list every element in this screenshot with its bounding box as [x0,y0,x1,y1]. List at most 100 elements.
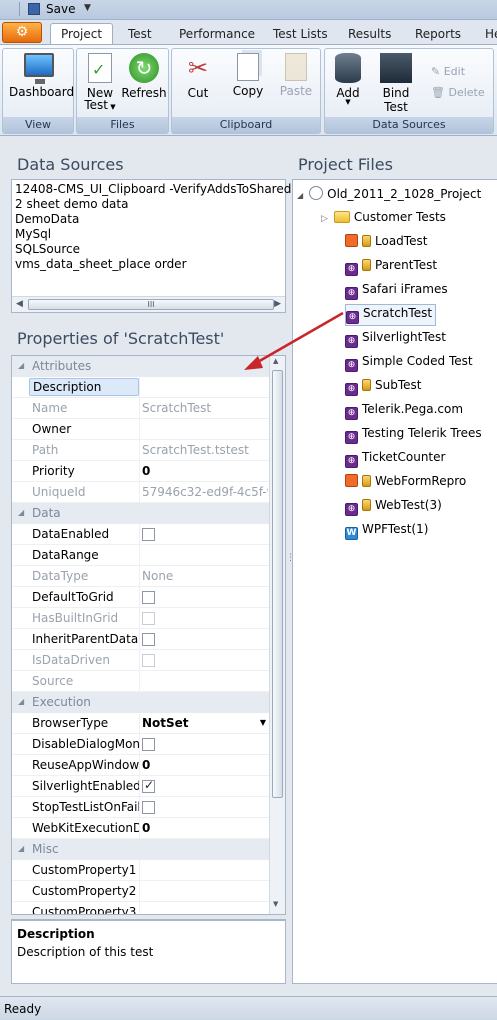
defaulttogrid-checkbox[interactable] [142,591,155,604]
property-row-customproperty3[interactable]: CustomProperty3 [12,902,270,914]
property-row-browsertype[interactable]: BrowserType NotSet ▼ [12,713,270,734]
property-row-stoptestlistonfailure[interactable]: StopTestListOnFailu [12,797,270,818]
list-item[interactable]: SQLSource [15,242,80,256]
property-row-customproperty2[interactable]: CustomProperty2 [12,881,270,902]
stoptestlist-checkbox[interactable] [142,801,155,814]
property-row-datarange[interactable]: DataRange [12,545,270,566]
dashboard-button[interactable]: Dashboard [9,53,75,99]
list-item[interactable]: DemoData [15,212,79,226]
tree-item-silverlighttest[interactable]: ⊕ SilverlightTest [345,330,446,348]
tab-performance[interactable]: Performance [179,27,255,41]
tab-reports[interactable]: Reports [415,27,461,41]
collapse-triangle-icon[interactable]: ◢ [297,191,303,200]
tab-test[interactable]: Test [128,27,152,41]
property-row-reuseappwindow[interactable]: ReuseAppWindow 0 [12,755,270,776]
property-row-path[interactable]: Path ScratchTest.tstest [12,440,270,461]
property-row-disabledialogmonitoring[interactable]: DisableDialogMonit [12,734,270,755]
add-datasource-button[interactable]: Add ▼ [329,53,367,106]
horizontal-scrollbar[interactable]: ◀ III ▶ [12,296,285,312]
tree-item-webtest3[interactable]: ⊕ WebTest(3) [345,498,442,516]
tab-results[interactable]: Results [348,27,391,41]
bind-test-button[interactable]: Bind Test [369,53,423,114]
category-execution[interactable]: ◢ Execution [12,692,270,713]
property-value[interactable]: 0 [142,758,268,772]
save-icon[interactable] [28,3,40,15]
collapse-triangle-icon[interactable]: ◢ [18,361,24,370]
tree-item-scratchtest[interactable]: ⊕ ScratchTest [345,304,437,326]
tree-item-customer-tests[interactable]: ▷ Customer Tests [321,210,446,224]
tree-item-ticketcounter[interactable]: ⊕ TicketCounter [345,450,445,468]
tree-item-parenttest[interactable]: ⊕ ParentTest [345,258,437,276]
property-row-priority[interactable]: Priority 0 [12,461,270,482]
scroll-left-icon[interactable]: ◀ [16,299,23,309]
tab-test-lists[interactable]: Test Lists [273,27,328,41]
save-button[interactable]: Save [46,2,75,16]
property-row-dataenabled[interactable]: DataEnabled [12,524,270,545]
property-row-isdatadriven[interactable]: IsDataDriven [12,650,270,671]
list-item[interactable]: 2 sheet demo data [15,197,128,211]
scroll-up-icon[interactable]: ▲ [273,357,278,365]
cut-button[interactable]: ✂ Cut [178,53,218,100]
property-row-silverlightenabled[interactable]: SilverlightEnabled [12,776,270,797]
property-row-hasbuiltingrid[interactable]: HasBuiltInGrid [12,608,270,629]
scroll-thumb[interactable]: III [28,299,274,310]
tree-item-webformrepro[interactable]: WebFormRepro [345,474,466,488]
collapse-triangle-icon[interactable]: ◢ [18,508,24,517]
quick-access-dropdown-icon[interactable]: ▼ [84,3,91,13]
property-row-description[interactable]: Description [12,377,270,398]
property-value[interactable]: 0 [142,464,268,478]
property-row-uniqueid[interactable]: UniqueId 57946c32-ed9f-4c5f-989 [12,482,270,503]
dropdown-arrow-icon[interactable]: ▼ [260,718,266,727]
property-row-source[interactable]: Source [12,671,270,692]
tab-help[interactable]: He [485,27,497,41]
data-sources-list[interactable]: 12408-CMS_UI_Clipboard -VerifyAddsToShar… [11,179,314,313]
edit-datasource-button[interactable]: ✎ Edit [431,65,465,78]
property-name: DefaultToGrid [32,590,114,604]
inheritparent-checkbox[interactable] [142,633,155,646]
property-row-defaulttogrid[interactable]: DefaultToGrid [12,587,270,608]
property-name: StopTestListOnFailu [32,800,140,814]
tree-item-wpftest1[interactable]: W WPFTest(1) [345,522,428,540]
list-item[interactable]: MySql [15,227,51,241]
delete-datasource-button[interactable]: 🗑 Delete [431,86,485,99]
dataenabled-checkbox[interactable] [142,528,155,541]
disabledialog-checkbox[interactable] [142,738,155,751]
property-row-inheritparentdatasource[interactable]: InheritParentDataSo [12,629,270,650]
category-data[interactable]: ◢ Data [12,503,270,524]
tree-root[interactable]: ◢ Old_2011_2_1028_Project [297,186,481,201]
scroll-right-icon[interactable]: ▶ [274,299,281,309]
browsertype-select[interactable]: NotSet [142,716,268,730]
tree-item-simple-coded-test[interactable]: ⊕ Simple Coded Test [345,354,473,372]
list-item[interactable]: vms_data_sheet_place order [15,257,187,271]
silverlight-checkbox[interactable] [142,778,155,793]
scroll-down-icon[interactable]: ▼ [273,900,278,908]
dashboard-label: Dashboard [9,85,75,99]
property-row-customproperty1[interactable]: CustomProperty1 [12,860,270,881]
vertical-scrollbar[interactable]: ▲ ▼ [269,356,285,914]
category-attributes[interactable]: ◢ Attributes [12,356,270,377]
tree-item-telerik-pega[interactable]: ⊕ Telerik.Pega.com [345,402,463,420]
refresh-button[interactable]: ↻ Refresh [121,53,167,100]
tree-item-testing-telerik-trees[interactable]: ⊕ Testing Telerik Trees [345,426,482,444]
collapse-triangle-icon[interactable]: ◢ [18,697,24,706]
tree-item-subtest[interactable]: ⊕ SubTest [345,378,421,396]
splitter-grip[interactable]: ⋮ [286,554,295,563]
new-test-button[interactable]: ✓ New Test ▼ [81,53,119,112]
tree-item-safari-iframes[interactable]: ⊕ Safari iFrames [345,282,448,300]
property-row-datatype[interactable]: DataType None [12,566,270,587]
scroll-thumb[interactable] [272,370,283,798]
category-misc[interactable]: ◢ Misc [12,839,270,860]
expand-triangle-icon[interactable]: ▷ [321,214,328,224]
property-row-webkitexecutiondelay[interactable]: WebKitExecutionDe 0 [12,818,270,839]
app-menu-button[interactable]: ⚙ [2,22,42,43]
list-item[interactable]: 12408-CMS_UI_Clipboard -VerifyAddsToShar… [15,182,314,196]
paste-button[interactable]: Paste [276,53,316,98]
tree-item-loadtest[interactable]: LoadTest [345,234,427,248]
copy-button[interactable]: Copy [228,53,268,98]
property-row-owner[interactable]: Owner [12,419,270,440]
collapse-triangle-icon[interactable]: ◢ [18,844,24,853]
property-name: UniqueId [32,485,86,499]
property-row-name[interactable]: Name ScratchTest [12,398,270,419]
property-value[interactable]: 0 [142,821,268,835]
tab-project[interactable]: Project [50,23,114,45]
